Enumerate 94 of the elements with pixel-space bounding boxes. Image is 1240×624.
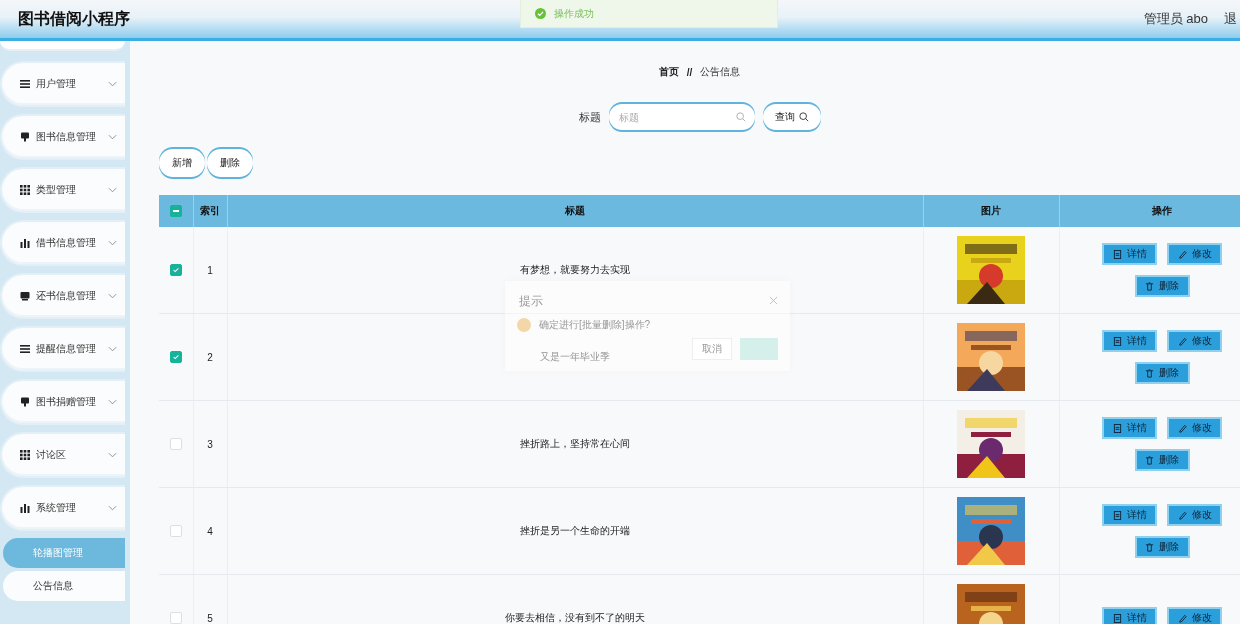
action-button[interactable]: 删除 (1134, 362, 1190, 384)
warning-icon (517, 318, 531, 332)
table-cell: 3 (193, 400, 227, 488)
cancel-button[interactable]: 取消 (692, 338, 732, 360)
menu-icon (20, 344, 30, 354)
chevron-down-icon (108, 293, 117, 299)
sidebar-item[interactable]: 用户管理 (0, 61, 125, 107)
close-icon[interactable] (769, 296, 778, 305)
trash-icon (1145, 368, 1154, 378)
dialog-message: 确定进行[批量删除]操作? (539, 318, 651, 332)
checkmark-icon (171, 353, 180, 362)
select-all-checkbox[interactable] (169, 205, 182, 218)
action-button[interactable]: 删除 (1134, 536, 1190, 558)
document-icon (1112, 336, 1122, 346)
document-icon (1112, 423, 1122, 433)
menu-icon (20, 291, 30, 301)
pencil-icon (1177, 336, 1187, 346)
table-cell: 4 (193, 487, 227, 575)
chevron-down-icon (108, 240, 117, 246)
user-name: 管理员 abo (1143, 10, 1208, 28)
trash-icon (1145, 542, 1154, 552)
action-button[interactable]: 修改 (1167, 330, 1222, 352)
chevron-down-icon (108, 452, 117, 458)
table-cell: 1 (193, 227, 227, 314)
document-icon (1112, 613, 1122, 623)
action-button[interactable]: 修改 (1167, 607, 1222, 624)
trash-icon (1145, 281, 1154, 291)
table-header-cell: 操作 (1059, 195, 1240, 227)
chevron-down-icon (108, 134, 117, 140)
trash-icon (1145, 455, 1154, 465)
breadcrumb-separator: // (686, 66, 693, 78)
breadcrumb-current: 公告信息 (700, 65, 741, 79)
pencil-icon (1177, 510, 1187, 520)
submenu-item[interactable]: 公告信息 (3, 571, 125, 601)
table-cell: 你要去相信，没有到不了的明天 (227, 574, 923, 624)
chevron-down-icon (108, 399, 117, 405)
action-button[interactable]: 详情 (1102, 243, 1157, 265)
sidebar-item[interactable]: 系统管理 (0, 485, 125, 531)
sidebar-item[interactable]: 讨论区 (0, 432, 125, 478)
search-icon (798, 112, 809, 122)
chevron-down-icon (108, 505, 117, 511)
action-button[interactable]: 修改 (1167, 243, 1222, 265)
action-button[interactable]: 详情 (1102, 330, 1157, 352)
sidebar-item[interactable]: 图书捐赠管理 (0, 379, 125, 425)
search-icon (735, 112, 746, 122)
logout-link[interactable]: 退 (1224, 10, 1237, 28)
pencil-icon (1177, 249, 1187, 259)
menu-icon (20, 79, 30, 89)
sidebar-item[interactable]: 类型管理 (0, 167, 125, 213)
table-header-cell: 标题 (227, 195, 923, 227)
toolbar-button[interactable]: 新增 (159, 149, 205, 177)
table-header-cell: 索引 (193, 195, 227, 227)
action-button[interactable]: 详情 (1102, 417, 1157, 439)
confirm-button[interactable] (740, 338, 778, 360)
breadcrumb-link[interactable]: 首页 (658, 65, 679, 79)
action-button[interactable]: 修改 (1167, 417, 1222, 439)
row-checkbox[interactable] (169, 351, 182, 364)
search-field[interactable]: 标题 (608, 104, 755, 130)
menu-icon (20, 238, 30, 248)
sidebar-item[interactable]: 提醒信息管理 (0, 326, 125, 372)
chevron-down-icon (108, 81, 117, 87)
sidebar-item[interactable]: 借书信息管理 (0, 220, 125, 266)
table-cell: 5 (193, 574, 227, 624)
action-button[interactable]: 详情 (1102, 607, 1157, 624)
action-button[interactable]: 详情 (1102, 504, 1157, 526)
row-checkbox[interactable] (169, 264, 182, 277)
table-cell: 挫折是另一个生命的开端 (227, 487, 923, 575)
dialog-title: 提示 (519, 293, 543, 310)
sidebar-item[interactable]: 图书信息管理 (0, 114, 125, 160)
pencil-icon (1177, 613, 1187, 623)
app-title: 图书借阅小程序 (18, 8, 130, 29)
menu-icon (20, 185, 30, 195)
success-icon (535, 8, 546, 19)
menu-icon (20, 450, 30, 460)
chevron-down-icon (108, 346, 117, 352)
table-cell: 2 (193, 313, 227, 401)
action-button[interactable]: 删除 (1134, 449, 1190, 471)
action-button[interactable]: 修改 (1167, 504, 1222, 526)
document-icon (1112, 249, 1122, 259)
action-button[interactable]: 删除 (1134, 275, 1190, 297)
search-label: 标题 (578, 109, 601, 125)
query-button[interactable]: 查询 (762, 104, 821, 130)
checkmark-icon (171, 266, 180, 275)
toast-message: 操作成功 (554, 6, 594, 21)
pencil-icon (1177, 423, 1187, 433)
document-icon (1112, 510, 1122, 520)
table-cell: 挫折路上，坚持常在心间 (227, 400, 923, 488)
menu-icon (20, 397, 30, 407)
chevron-down-icon (108, 187, 117, 193)
table-header-cell: 图片 (923, 195, 1059, 227)
menu-icon (20, 503, 30, 513)
sidebar-item[interactable]: 还书信息管理 (0, 273, 125, 319)
toolbar-button[interactable]: 删除 (207, 149, 253, 177)
menu-icon (20, 132, 30, 142)
